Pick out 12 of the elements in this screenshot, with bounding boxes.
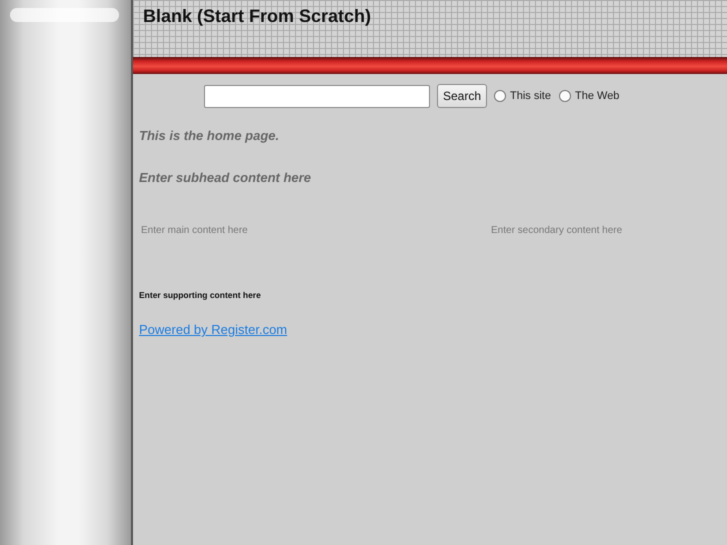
radio-label: This site [510,88,551,104]
page-heading: This is the home page. [139,127,280,145]
secondary-content-text: Enter secondary content here [491,224,622,238]
search-field[interactable] [204,84,430,108]
radio-label: The Web [575,88,620,104]
search-button[interactable]: Search [437,84,488,108]
site-title: Blank (Start From Scratch) [143,6,372,28]
radio-button[interactable] [494,90,506,102]
radio-button[interactable] [559,90,571,102]
main-content-text: Enter main content here [140,224,249,238]
subhead-text: Enter subhead content here [139,168,312,186]
supporting-content-text: Enter supporting content here [139,290,261,300]
